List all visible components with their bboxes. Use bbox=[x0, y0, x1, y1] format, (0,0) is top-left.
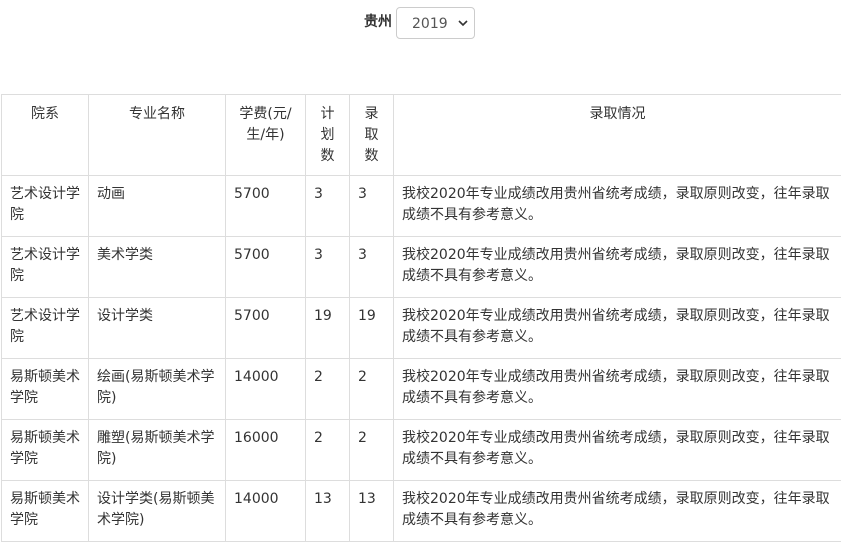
cell-admitted: 3 bbox=[349, 175, 394, 237]
cell-tuition: 5700 bbox=[225, 175, 306, 237]
header-admitted: 录取数 bbox=[349, 94, 394, 176]
cell-plan: 3 bbox=[305, 236, 350, 298]
cell-tuition: 14000 bbox=[225, 480, 306, 542]
cell-plan: 2 bbox=[305, 358, 350, 420]
cell-plan: 3 bbox=[305, 175, 350, 237]
header-major: 专业名称 bbox=[88, 94, 226, 176]
cell-status: 我校2020年专业成绩改用贵州省统考成绩，录取原则改变，往年录取成绩不具有参考意… bbox=[393, 297, 841, 359]
cell-admitted: 2 bbox=[349, 358, 394, 420]
cell-major: 美术学类 bbox=[88, 236, 226, 298]
filter-bar: 贵州 2019 bbox=[0, 7, 841, 39]
cell-department: 易斯顿美术学院 bbox=[1, 419, 89, 481]
cell-admitted: 13 bbox=[349, 480, 394, 542]
cell-tuition: 16000 bbox=[225, 419, 306, 481]
header-plan: 计划数 bbox=[305, 94, 350, 176]
table-row: 易斯顿美术学院 绘画(易斯顿美术学院) 14000 2 2 我校2020年专业成… bbox=[1, 358, 841, 420]
table-row: 艺术设计学院 设计学类 5700 19 19 我校2020年专业成绩改用贵州省统… bbox=[1, 297, 841, 359]
table-row: 易斯顿美术学院 雕塑(易斯顿美术学院) 16000 2 2 我校2020年专业成… bbox=[1, 419, 841, 481]
table-row: 艺术设计学院 美术学类 5700 3 3 我校2020年专业成绩改用贵州省统考成… bbox=[1, 236, 841, 298]
cell-major: 雕塑(易斯顿美术学院) bbox=[88, 419, 226, 481]
cell-plan: 19 bbox=[305, 297, 350, 359]
table-row: 易斯顿美术学院 设计学类(易斯顿美术学院) 14000 13 13 我校2020… bbox=[1, 480, 841, 542]
cell-department: 艺术设计学院 bbox=[1, 297, 89, 359]
cell-admitted: 3 bbox=[349, 236, 394, 298]
cell-status: 我校2020年专业成绩改用贵州省统考成绩，录取原则改变，往年录取成绩不具有参考意… bbox=[393, 236, 841, 298]
cell-admitted: 2 bbox=[349, 419, 394, 481]
cell-admitted: 19 bbox=[349, 297, 394, 359]
cell-status: 我校2020年专业成绩改用贵州省统考成绩，录取原则改变，往年录取成绩不具有参考意… bbox=[393, 358, 841, 420]
header-status: 录取情况 bbox=[393, 94, 841, 176]
cell-plan: 13 bbox=[305, 480, 350, 542]
cell-tuition: 14000 bbox=[225, 358, 306, 420]
header-tuition: 学费(元/生/年) bbox=[225, 94, 306, 176]
cell-major: 设计学类 bbox=[88, 297, 226, 359]
cell-major: 设计学类(易斯顿美术学院) bbox=[88, 480, 226, 542]
cell-tuition: 5700 bbox=[225, 297, 306, 359]
cell-status: 我校2020年专业成绩改用贵州省统考成绩，录取原则改变，往年录取成绩不具有参考意… bbox=[393, 419, 841, 481]
cell-department: 易斯顿美术学院 bbox=[1, 480, 89, 542]
admission-table: 院系 专业名称 学费(元/生/年) 计划数 录取数 录取情况 艺术设计学院 动画… bbox=[1, 94, 841, 542]
cell-status: 我校2020年专业成绩改用贵州省统考成绩，录取原则改变，往年录取成绩不具有参考意… bbox=[393, 480, 841, 542]
cell-status: 我校2020年专业成绩改用贵州省统考成绩，录取原则改变，往年录取成绩不具有参考意… bbox=[393, 175, 841, 237]
cell-plan: 2 bbox=[305, 419, 350, 481]
year-select[interactable]: 2019 bbox=[396, 7, 475, 39]
cell-major: 动画 bbox=[88, 175, 226, 237]
province-label: 贵州 bbox=[364, 14, 392, 30]
cell-department: 艺术设计学院 bbox=[1, 175, 89, 237]
cell-department: 艺术设计学院 bbox=[1, 236, 89, 298]
header-department: 院系 bbox=[1, 94, 89, 176]
chevron-down-icon bbox=[458, 20, 468, 27]
year-select-value: 2019 bbox=[412, 16, 448, 32]
cell-major: 绘画(易斯顿美术学院) bbox=[88, 358, 226, 420]
cell-department: 易斯顿美术学院 bbox=[1, 358, 89, 420]
table-header-row: 院系 专业名称 学费(元/生/年) 计划数 录取数 录取情况 bbox=[1, 94, 841, 176]
table-row: 艺术设计学院 动画 5700 3 3 我校2020年专业成绩改用贵州省统考成绩，… bbox=[1, 175, 841, 237]
cell-tuition: 5700 bbox=[225, 236, 306, 298]
